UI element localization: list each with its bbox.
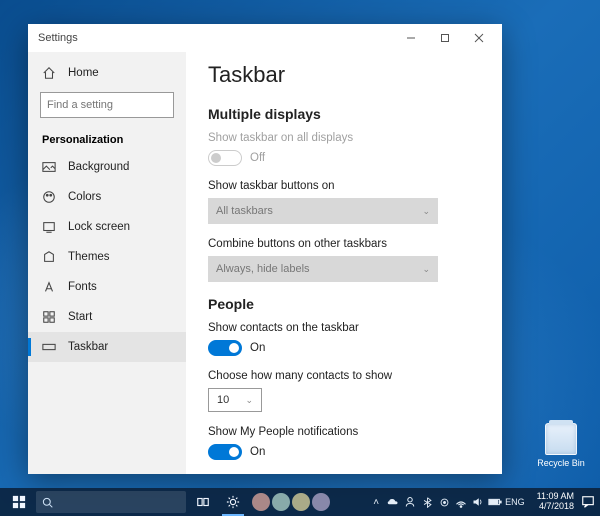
show-contacts-toggle[interactable]: On (208, 340, 480, 356)
toggle-switch[interactable] (208, 444, 242, 460)
bluetooth-icon[interactable] (420, 497, 434, 508)
nav-colors[interactable]: Colors (28, 182, 186, 212)
dropdown-value: All taskbars (216, 205, 273, 217)
taskbar-search[interactable] (36, 491, 186, 513)
nav-label: Colors (68, 191, 101, 203)
recycle-bin-label: Recycle Bin (536, 458, 586, 468)
toggle-state: On (250, 446, 265, 458)
content-pane: Taskbar Multiple displays Show taskbar o… (186, 52, 502, 474)
section-label: Personalization (28, 126, 186, 152)
nav-label: Background (68, 161, 129, 173)
taskbar: ˄ ENG 11:09 AM 4/7/2018 (0, 488, 600, 516)
nav-lockscreen[interactable]: Lock screen (28, 212, 186, 242)
avatar[interactable] (292, 493, 310, 511)
nav-label: Fonts (68, 281, 97, 293)
picture-icon (42, 160, 56, 174)
chevron-down-icon: ⌄ (245, 395, 253, 406)
combine-other-dropdown[interactable]: Always, hide labels ⌄ (208, 256, 438, 282)
recycle-bin[interactable]: Recycle Bin (536, 423, 586, 468)
window-title: Settings (38, 32, 394, 44)
maximize-button[interactable] (428, 26, 462, 50)
page-title: Taskbar (208, 62, 480, 88)
search-field[interactable] (47, 99, 186, 111)
nav-label: Lock screen (68, 221, 130, 233)
location-icon[interactable] (437, 497, 451, 508)
lockscreen-icon (42, 220, 56, 234)
task-view-button[interactable] (188, 488, 218, 516)
sidebar: Home Personalization Background Colors L… (28, 52, 186, 474)
nav-home-label: Home (68, 67, 99, 79)
home-icon (42, 66, 56, 80)
onedrive-icon[interactable] (386, 496, 400, 508)
taskbar-icon (42, 340, 56, 354)
show-all-displays-label: Show taskbar on all displays (208, 132, 480, 144)
action-center-button[interactable] (580, 494, 596, 510)
people-heading: People (208, 296, 480, 312)
recycle-bin-icon (545, 423, 577, 455)
taskbar-buttons-on-label: Show taskbar buttons on (208, 180, 480, 192)
start-icon (42, 310, 56, 324)
dropdown-value: Always, hide labels (216, 263, 310, 275)
chevron-down-icon: ⌄ (422, 206, 430, 217)
nav-label: Start (68, 311, 92, 323)
nav-label: Themes (68, 251, 110, 263)
clock[interactable]: 11:09 AM 4/7/2018 (531, 492, 580, 512)
settings-window: Settings Home Personalization Background… (28, 24, 502, 474)
nav-label: Taskbar (68, 341, 108, 353)
multiple-displays-heading: Multiple displays (208, 106, 480, 122)
nav-themes[interactable]: Themes (28, 242, 186, 272)
settings-app-taskbar[interactable] (218, 488, 248, 516)
date: 4/7/2018 (537, 502, 574, 512)
avatar[interactable] (252, 493, 270, 511)
toggle-state: Off (250, 152, 265, 164)
keyboard-layout[interactable]: ENG (505, 497, 525, 507)
taskbar-people[interactable] (252, 493, 330, 511)
show-contacts-label: Show contacts on the taskbar (208, 322, 480, 334)
themes-icon (42, 250, 56, 264)
taskbar-buttons-on-dropdown[interactable]: All taskbars ⌄ (208, 198, 438, 224)
nav-background[interactable]: Background (28, 152, 186, 182)
fonts-icon (42, 280, 56, 294)
minimize-button[interactable] (394, 26, 428, 50)
chevron-down-icon: ⌄ (422, 264, 430, 275)
toggle-state: On (250, 342, 265, 354)
tray-overflow-icon[interactable]: ˄ (369, 497, 383, 508)
show-all-displays-toggle: Off (208, 150, 480, 166)
toggle-switch (208, 150, 242, 166)
people-notifications-label: Show My People notifications (208, 426, 480, 438)
system-tray: ˄ ENG (369, 496, 531, 508)
avatar[interactable] (272, 493, 290, 511)
palette-icon (42, 190, 56, 204)
nav-home[interactable]: Home (28, 58, 186, 88)
nav-taskbar[interactable]: Taskbar (28, 332, 186, 362)
nav-fonts[interactable]: Fonts (28, 272, 186, 302)
dropdown-value: 10 (217, 394, 229, 406)
start-button[interactable] (4, 488, 34, 516)
toggle-switch[interactable] (208, 340, 242, 356)
close-button[interactable] (462, 26, 496, 50)
how-many-contacts-dropdown[interactable]: 10 ⌄ (208, 388, 262, 412)
network-icon[interactable] (454, 496, 468, 508)
avatar[interactable] (312, 493, 330, 511)
battery-icon[interactable] (488, 496, 502, 508)
people-tray-icon[interactable] (403, 496, 417, 508)
titlebar: Settings (28, 24, 502, 52)
how-many-contacts-label: Choose how many contacts to show (208, 370, 480, 382)
people-notifications-toggle[interactable]: On (208, 444, 480, 460)
combine-other-label: Combine buttons on other taskbars (208, 238, 480, 250)
nav-start[interactable]: Start (28, 302, 186, 332)
volume-icon[interactable] (471, 496, 485, 508)
search-input[interactable] (40, 92, 174, 118)
